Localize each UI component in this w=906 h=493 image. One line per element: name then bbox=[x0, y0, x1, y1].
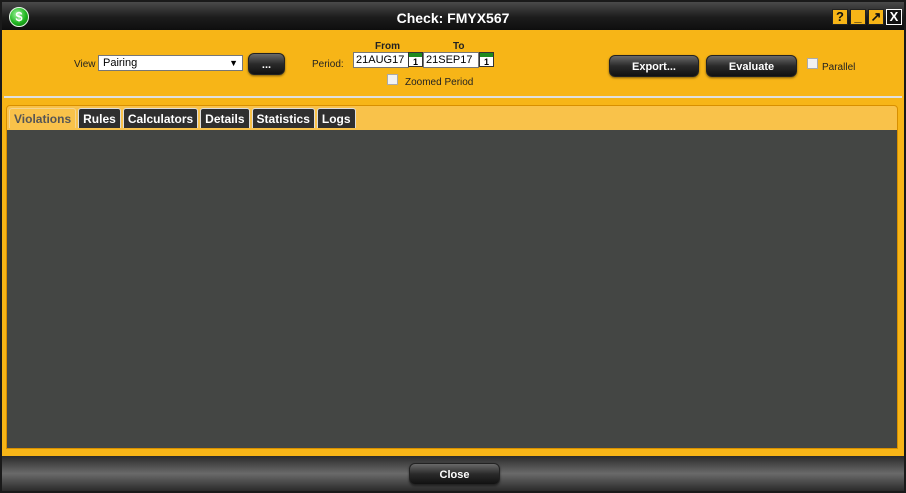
violations-content-area bbox=[7, 128, 897, 448]
toolbar: View Pairing ▼ ... Period: From To 21AUG… bbox=[2, 32, 904, 94]
tab-details[interactable]: Details bbox=[200, 108, 250, 128]
title-bar[interactable]: Check: FMYX567 $ ? _ ↗ X bbox=[2, 2, 904, 32]
divider bbox=[4, 96, 902, 98]
close-icon[interactable]: X bbox=[886, 9, 902, 25]
view-label: View bbox=[74, 59, 96, 70]
chevron-down-icon: ▼ bbox=[229, 58, 238, 68]
zoomed-period-checkbox[interactable] bbox=[387, 74, 398, 85]
window-controls: ? _ ↗ X bbox=[832, 9, 902, 25]
calendar-icon[interactable]: 1 bbox=[408, 52, 423, 67]
window-title: Check: FMYX567 bbox=[396, 10, 510, 26]
export-button[interactable]: Export... bbox=[609, 55, 699, 77]
check-window: Check: FMYX567 $ ? _ ↗ X View Pairing ▼ … bbox=[0, 0, 906, 493]
calendar-icon[interactable]: 1 bbox=[479, 52, 494, 67]
help-icon[interactable]: ? bbox=[832, 9, 848, 25]
dollar-icon: $ bbox=[9, 7, 29, 27]
tab-rules[interactable]: Rules bbox=[78, 108, 121, 128]
tab-logs[interactable]: Logs bbox=[316, 108, 356, 128]
to-label: To bbox=[453, 41, 465, 52]
to-date-input[interactable]: 21SEP17 bbox=[423, 52, 479, 68]
minimize-icon[interactable]: _ bbox=[850, 9, 866, 25]
from-label: From bbox=[375, 41, 400, 52]
view-select[interactable]: Pairing ▼ bbox=[98, 55, 243, 71]
tab-violations[interactable]: Violations bbox=[9, 108, 77, 128]
zoomed-period-label: Zoomed Period bbox=[405, 77, 474, 88]
view-select-value: Pairing bbox=[103, 57, 138, 69]
ellipsis-button[interactable]: ... bbox=[248, 53, 285, 75]
tab-statistics[interactable]: Statistics bbox=[251, 108, 315, 128]
evaluate-button[interactable]: Evaluate bbox=[706, 55, 797, 77]
tab-calculators[interactable]: Calculators bbox=[122, 108, 199, 128]
footer-bar: Close bbox=[2, 454, 904, 491]
close-button[interactable]: Close bbox=[409, 463, 500, 485]
parallel-label: Parallel bbox=[822, 62, 856, 73]
from-date-input[interactable]: 21AUG17 bbox=[353, 52, 409, 68]
parallel-checkbox[interactable] bbox=[807, 58, 818, 69]
tab-panel: Violations Rules Calculators Details Sta… bbox=[6, 105, 898, 449]
period-label: Period: bbox=[312, 59, 344, 70]
tab-strip: Violations Rules Calculators Details Sta… bbox=[9, 108, 356, 128]
maximize-icon[interactable]: ↗ bbox=[868, 9, 884, 25]
